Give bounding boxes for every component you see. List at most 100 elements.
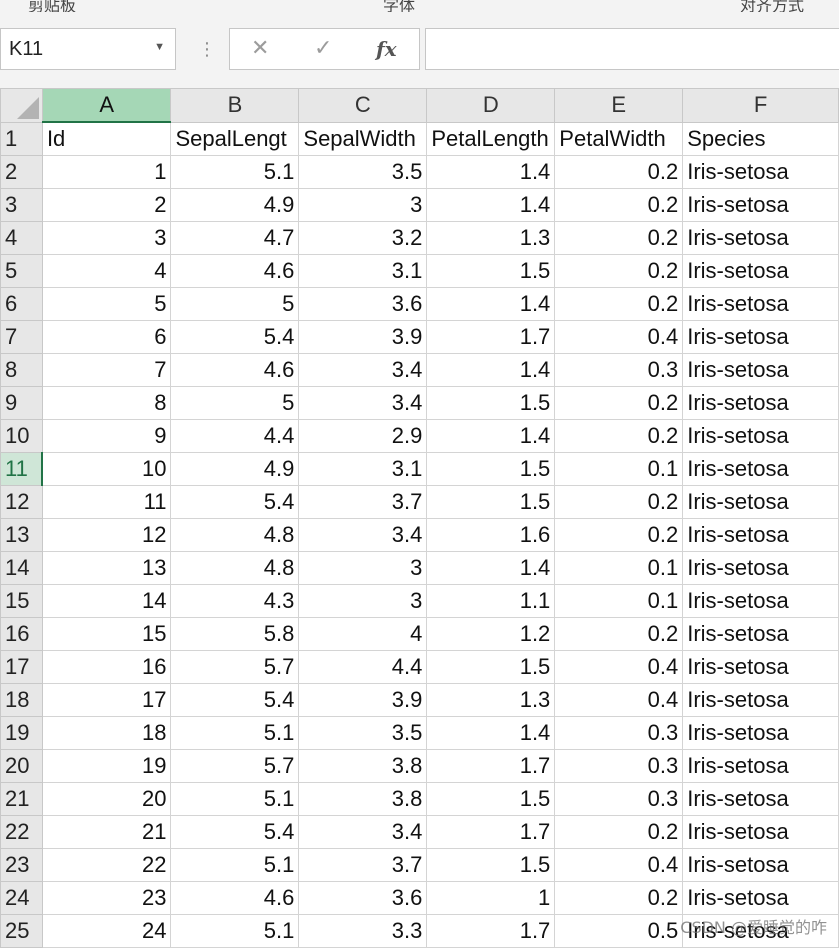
- column-header-c[interactable]: C: [298, 88, 428, 123]
- cell-b16[interactable]: 5.8: [170, 617, 300, 651]
- cell-a17[interactable]: 16: [41, 650, 172, 684]
- cell-c7[interactable]: 3.9: [298, 320, 428, 354]
- formula-input[interactable]: [425, 28, 839, 70]
- cell-f10[interactable]: Iris-setosa: [682, 419, 839, 453]
- cell-b15[interactable]: 4.3: [170, 584, 300, 618]
- row-header[interactable]: 7: [0, 320, 43, 354]
- row-header[interactable]: 1: [0, 121, 43, 156]
- row-header[interactable]: 18: [0, 683, 43, 717]
- cell-d24[interactable]: 1: [426, 881, 556, 915]
- chevron-down-icon[interactable]: ▼: [154, 41, 165, 53]
- cell-e25[interactable]: 0.5: [554, 914, 684, 948]
- cell-a2[interactable]: 1: [41, 155, 172, 189]
- cell-c24[interactable]: 3.6: [298, 881, 428, 915]
- cell-c18[interactable]: 3.9: [298, 683, 428, 717]
- row-header[interactable]: 22: [0, 815, 43, 849]
- row-header[interactable]: 21: [0, 782, 43, 816]
- row-header[interactable]: 9: [0, 386, 43, 420]
- row-header[interactable]: 5: [0, 254, 43, 288]
- row-header[interactable]: 14: [0, 551, 43, 585]
- column-header-a[interactable]: A: [41, 88, 172, 123]
- cell-a20[interactable]: 19: [41, 749, 172, 783]
- cell-e21[interactable]: 0.3: [554, 782, 684, 816]
- cell-d20[interactable]: 1.7: [426, 749, 556, 783]
- cell-b18[interactable]: 5.4: [170, 683, 300, 717]
- cell-b3[interactable]: 4.9: [170, 188, 300, 222]
- cell-f7[interactable]: Iris-setosa: [682, 320, 839, 354]
- cell-a12[interactable]: 11: [41, 485, 172, 519]
- cell-a15[interactable]: 14: [41, 584, 172, 618]
- cell-b12[interactable]: 5.4: [170, 485, 300, 519]
- row-header[interactable]: 12: [0, 485, 43, 519]
- cell-c4[interactable]: 3.2: [298, 221, 428, 255]
- cell-d14[interactable]: 1.4: [426, 551, 556, 585]
- row-header[interactable]: 13: [0, 518, 43, 552]
- cell-e3[interactable]: 0.2: [554, 188, 684, 222]
- cell-d10[interactable]: 1.4: [426, 419, 556, 453]
- cell-e15[interactable]: 0.1: [554, 584, 684, 618]
- row-header[interactable]: 20: [0, 749, 43, 783]
- cell-c2[interactable]: 3.5: [298, 155, 428, 189]
- cell-c14[interactable]: 3: [298, 551, 428, 585]
- cell-c3[interactable]: 3: [298, 188, 428, 222]
- cell-a25[interactable]: 24: [41, 914, 172, 948]
- cell-d7[interactable]: 1.7: [426, 320, 556, 354]
- cell-b20[interactable]: 5.7: [170, 749, 300, 783]
- cell-d25[interactable]: 1.7: [426, 914, 556, 948]
- row-header[interactable]: 25: [0, 914, 43, 948]
- cell-b4[interactable]: 4.7: [170, 221, 300, 255]
- cell-b24[interactable]: 4.6: [170, 881, 300, 915]
- cell-f9[interactable]: Iris-setosa: [682, 386, 839, 420]
- cell-b6[interactable]: 5: [170, 287, 300, 321]
- cell-c10[interactable]: 2.9: [298, 419, 428, 453]
- column-header-d[interactable]: D: [426, 88, 556, 123]
- row-header[interactable]: 6: [0, 287, 43, 321]
- cell-e16[interactable]: 0.2: [554, 617, 684, 651]
- cell-d17[interactable]: 1.5: [426, 650, 556, 684]
- name-box[interactable]: K11 ▼: [0, 28, 176, 70]
- cell-e8[interactable]: 0.3: [554, 353, 684, 387]
- cell-e5[interactable]: 0.2: [554, 254, 684, 288]
- cell-e10[interactable]: 0.2: [554, 419, 684, 453]
- cell-f12[interactable]: Iris-setosa: [682, 485, 839, 519]
- column-header-e[interactable]: E: [554, 88, 684, 123]
- cell-e9[interactable]: 0.2: [554, 386, 684, 420]
- cell-a13[interactable]: 12: [41, 518, 172, 552]
- cell-e12[interactable]: 0.2: [554, 485, 684, 519]
- cell-c25[interactable]: 3.3: [298, 914, 428, 948]
- cell-d3[interactable]: 1.4: [426, 188, 556, 222]
- cell-c13[interactable]: 3.4: [298, 518, 428, 552]
- cell-a14[interactable]: 13: [41, 551, 172, 585]
- cell-c9[interactable]: 3.4: [298, 386, 428, 420]
- cell-d23[interactable]: 1.5: [426, 848, 556, 882]
- cell-a19[interactable]: 18: [41, 716, 172, 750]
- cell-e4[interactable]: 0.2: [554, 221, 684, 255]
- cell-d11[interactable]: 1.5: [426, 452, 556, 486]
- cell-f23[interactable]: Iris-setosa: [682, 848, 839, 882]
- cell-e20[interactable]: 0.3: [554, 749, 684, 783]
- cell-e18[interactable]: 0.4: [554, 683, 684, 717]
- cell-e23[interactable]: 0.4: [554, 848, 684, 882]
- row-header[interactable]: 15: [0, 584, 43, 618]
- cell-d13[interactable]: 1.6: [426, 518, 556, 552]
- cell-c1[interactable]: SepalWidth: [298, 121, 428, 156]
- cell-d8[interactable]: 1.4: [426, 353, 556, 387]
- cell-f8[interactable]: Iris-setosa: [682, 353, 839, 387]
- cell-b22[interactable]: 5.4: [170, 815, 300, 849]
- cell-b9[interactable]: 5: [170, 386, 300, 420]
- cell-b7[interactable]: 5.4: [170, 320, 300, 354]
- cell-b19[interactable]: 5.1: [170, 716, 300, 750]
- cell-d16[interactable]: 1.2: [426, 617, 556, 651]
- cell-f21[interactable]: Iris-setosa: [682, 782, 839, 816]
- cell-e2[interactable]: 0.2: [554, 155, 684, 189]
- cell-d4[interactable]: 1.3: [426, 221, 556, 255]
- cell-a1[interactable]: Id: [41, 121, 172, 156]
- cell-b8[interactable]: 4.6: [170, 353, 300, 387]
- row-header[interactable]: 17: [0, 650, 43, 684]
- cell-f17[interactable]: Iris-setosa: [682, 650, 839, 684]
- cell-c12[interactable]: 3.7: [298, 485, 428, 519]
- cell-a3[interactable]: 2: [41, 188, 172, 222]
- cell-d1[interactable]: PetalLength: [426, 121, 556, 156]
- column-header-b[interactable]: B: [170, 88, 300, 123]
- cell-f13[interactable]: Iris-setosa: [682, 518, 839, 552]
